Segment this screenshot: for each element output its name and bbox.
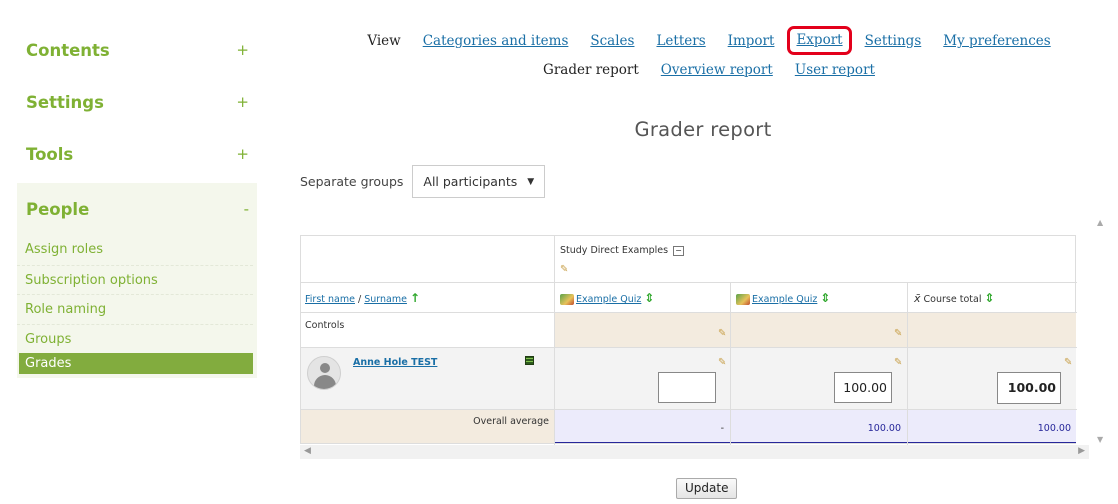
group-selector: Separate groups All participants ▼ (300, 165, 546, 198)
course-total-label: Course total (923, 294, 982, 305)
block-title: Contents (26, 40, 110, 60)
nav-settings[interactable]: Settings (865, 33, 922, 52)
update-button[interactable]: Update (676, 478, 738, 499)
avatar[interactable] (307, 356, 341, 390)
edit-pencil-icon[interactable]: ✎ (718, 328, 726, 339)
expand-icon[interactable]: + (236, 145, 249, 163)
edit-pencil-icon[interactable]: ✎ (894, 357, 902, 368)
grade-input-quiz-2[interactable]: 100.00 (834, 372, 892, 403)
vertical-scrollbar[interactable]: ▲ ▼ (1094, 218, 1108, 444)
example-quiz-link[interactable]: Example Quiz (576, 294, 641, 305)
sort-both-arrows-icon[interactable]: ⇕ (644, 291, 654, 305)
overall-values-bg (554, 409, 1076, 443)
scroll-down-icon[interactable]: ▼ (1097, 435, 1103, 444)
edit-pencil-icon[interactable]: ✎ (560, 264, 568, 275)
category-header: Study Direct Examples − (560, 245, 684, 256)
sort-first-name-link[interactable]: First name (305, 294, 355, 305)
nav-export[interactable]: Export (787, 26, 852, 55)
quiz-icon (560, 294, 574, 305)
sort-surname-link[interactable]: Surname (364, 294, 407, 305)
column-header-quiz-2: Example Quiz ⇕ (736, 291, 830, 305)
sort-both-arrows-icon[interactable]: ⇕ (985, 291, 995, 305)
edit-pencil-icon[interactable]: ✎ (894, 328, 902, 339)
student-name-link[interactable]: Anne Hole TEST (353, 357, 437, 368)
grader-table: Study Direct Examples − ✎ First name / S… (300, 235, 1077, 445)
nav-my-preferences[interactable]: My preferences (943, 33, 1050, 52)
sidebar-item-role-naming[interactable]: Role naming (17, 294, 253, 324)
sort-both-arrows-icon[interactable]: ⇕ (820, 291, 830, 305)
block-title: Settings (26, 92, 104, 112)
scroll-left-icon[interactable]: ◀ (304, 446, 311, 456)
sidebar-block-settings[interactable]: Settings + (17, 76, 257, 128)
groups-selected-value: All participants (423, 174, 518, 189)
sort-up-arrow-icon[interactable]: ↑ (410, 291, 420, 305)
nav-user-report[interactable]: User report (795, 62, 875, 78)
nav-grader-report: Grader report (543, 62, 639, 78)
nav-import[interactable]: Import (728, 33, 775, 52)
course-total-mean-icon: x̄ (914, 292, 921, 305)
sidebar-item-subscription-options[interactable]: Subscription options (17, 264, 253, 295)
block-title: Tools (26, 144, 74, 164)
average-quiz-1: - (720, 423, 724, 434)
nav-overview-report[interactable]: Overview report (661, 62, 773, 78)
grades-nav-primary: View Categories and items Scales Letters… (300, 26, 1118, 55)
edit-pencil-icon[interactable]: ✎ (718, 357, 726, 368)
groups-label: Separate groups (300, 174, 404, 189)
collapse-category-icon[interactable]: − (673, 246, 684, 256)
quiz-icon (736, 294, 750, 305)
sidebar-item-assign-roles[interactable]: Assign roles (17, 235, 253, 265)
sidebar-item-grades[interactable]: Grades (19, 353, 253, 374)
sidebar-block-contents[interactable]: Contents + (17, 24, 257, 76)
sidebar-block-tools[interactable]: Tools + (17, 128, 257, 180)
nav-view: View (367, 33, 401, 49)
average-quiz-2: 100.00 (867, 423, 901, 434)
collapse-icon[interactable]: - (244, 200, 249, 218)
controls-label: Controls (305, 320, 345, 331)
grade-input-course-total[interactable]: 100.00 (997, 372, 1061, 404)
category-title: Study Direct Examples (560, 245, 669, 256)
horizontal-scrollbar[interactable]: ◀ ▶ (300, 445, 1089, 459)
example-quiz-link[interactable]: Example Quiz (752, 294, 817, 305)
user-report-grid-icon[interactable] (525, 356, 534, 365)
sidebar: Contents + Settings + Tools + People - A… (17, 24, 257, 378)
people-header[interactable]: People - (17, 183, 257, 235)
scroll-up-icon[interactable]: ▲ (1097, 218, 1103, 227)
caret-down-icon: ▼ (527, 176, 535, 187)
nav-categories-and-items[interactable]: Categories and items (423, 33, 569, 52)
average-course-total: 100.00 (1037, 423, 1071, 434)
people-menu: Assign roles Subscription options Role n… (17, 235, 257, 374)
name-separator: / (354, 294, 365, 305)
column-header-course-total: x̄ Course total ⇕ (914, 291, 995, 305)
overall-average-label: Overall average (473, 416, 549, 427)
grade-input-quiz-1[interactable] (658, 372, 716, 403)
block-title: People (26, 199, 90, 219)
expand-icon[interactable]: + (236, 93, 249, 111)
sidebar-block-people: People - Assign roles Subscription optio… (17, 183, 257, 378)
controls-row-bg (554, 312, 1076, 347)
groups-select[interactable]: All participants ▼ (412, 165, 546, 198)
edit-pencil-icon[interactable]: ✎ (1064, 357, 1072, 368)
page-title: Grader report (634, 118, 772, 141)
sidebar-item-groups[interactable]: Groups (17, 323, 253, 354)
column-header-quiz-1: Example Quiz ⇕ (560, 291, 654, 305)
scroll-right-icon[interactable]: ▶ (1078, 446, 1085, 456)
nav-letters[interactable]: Letters (656, 33, 705, 52)
nav-scales[interactable]: Scales (590, 33, 634, 52)
grades-nav-secondary: Grader report Overview report User repor… (300, 62, 1118, 78)
expand-icon[interactable]: + (236, 41, 249, 59)
name-sort-header: First name / Surname ↑ (305, 291, 420, 305)
